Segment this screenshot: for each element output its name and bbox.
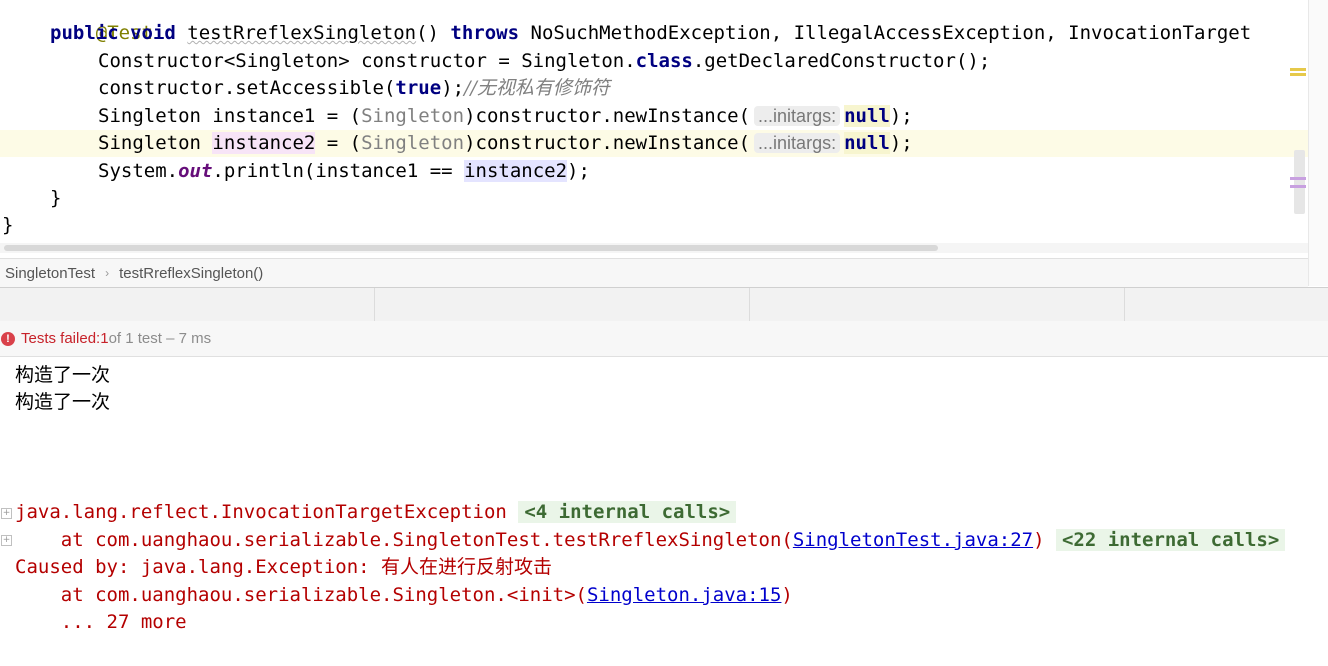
warning-marker[interactable] [1290,73,1306,76]
stack-frame-text: ) [1033,529,1056,551]
caused-by-line: Caused by: java.lang.Exception: 有人在进行反射攻… [15,554,552,581]
run-tool-strip [0,287,1328,322]
console-output-line: 构造了一次 [15,391,111,413]
usage-marker[interactable] [1290,177,1306,180]
horizontal-scrollbar[interactable] [0,243,1308,253]
exception-line: java.lang.reflect.InvocationTargetExcept… [15,499,737,526]
parameter-hint: ...initargs: [754,106,841,126]
code-comment: //无视私有修饰符 [464,77,610,99]
editor-right-gutter [1308,0,1328,286]
breadcrumb: SingletonTest › testRreflexSingleton() [0,258,1308,287]
error-icon: ! [1,331,15,346]
chevron-right-icon: › [105,266,110,280]
stack-frame-text: ) [781,584,793,606]
internal-calls-folded[interactable]: <22 internal calls> [1055,529,1286,551]
keyword-token: class [635,50,693,72]
fold-expand-icon[interactable]: + [1,508,12,519]
horizontal-scroll-thumb[interactable] [4,245,938,251]
code-text: = ( [315,132,362,154]
code-text: )constructor.newInstance( [464,105,751,127]
source-link[interactable]: Singleton.java:15 [587,584,781,606]
toolbar-divider [374,288,375,321]
code-text: ); [567,160,590,182]
variable-instance2[interactable]: instance2 [212,132,316,154]
exception-name: java.lang.reflect.InvocationTargetExcept… [15,501,507,523]
code-line-6: Singleton instance2 = (Singleton)constru… [98,130,913,157]
method-modifiers: public void [50,22,176,44]
breadcrumb-class[interactable]: SingletonTest [5,265,95,282]
warning-marker[interactable] [1290,68,1306,71]
source-link[interactable]: SingletonTest.java:27 [793,529,1033,551]
toolbar-divider [749,288,750,321]
code-line-3: Constructor<Singleton> constructor = Sin… [98,48,990,75]
code-text: ); [441,77,465,99]
tests-summary: of 1 test – 7 ms [108,330,212,347]
stack-frame-text: at com.uanghaou.serializable.Singleton.<… [15,584,587,606]
stack-frame-line: at com.uanghaou.serializable.Singleton.<… [15,582,793,609]
usage-marker[interactable] [1290,185,1306,188]
method-params: () [416,22,439,44]
code-text: )constructor.newInstance( [464,132,751,154]
caused-by-text: Caused by: java.lang.Exception: [15,556,382,578]
code-line-5: Singleton instance1 = (Singleton)constru… [98,103,913,130]
cast-type: Singleton [361,105,465,127]
code-text: System. [98,160,179,182]
variable-instance1[interactable]: instance1 [212,105,315,127]
code-text: .println(instance1 == [212,160,465,182]
throws-list: NoSuchMethodException, IllegalAccessExce… [530,22,1252,44]
null-token: null [844,132,890,154]
stack-frame-line: at com.uanghaou.serializable.SingletonTe… [15,527,1286,554]
throws-keyword: throws [450,22,520,44]
code-text: constructor.setAccessible( [98,77,396,99]
null-token: null [844,105,890,127]
cast-type: Singleton [361,132,465,154]
code-editor[interactable]: @Test public void testRreflexSingleton()… [0,0,1308,258]
vertical-scroll-thumb[interactable] [1294,150,1305,214]
code-line-4: constructor.setAccessible(true);//无视私有修饰… [98,75,610,102]
code-line-method-signature: public void testRreflexSingleton() throw… [50,20,1251,47]
keyword-token: true [395,77,442,99]
code-text: = ( [315,105,362,127]
console-output-line: 构造了一次 [15,364,111,386]
code-text: Singleton [98,105,213,127]
more-frames-line: ... 27 more [15,611,187,633]
test-status-bar: ! Tests failed: 1 of 1 test – 7 ms [0,321,1328,357]
stack-frame-text: at com.uanghaou.serializable.SingletonTe… [15,529,793,551]
method-name[interactable]: testRreflexSingleton [187,22,416,44]
parameter-hint: ...initargs: [754,133,841,153]
tests-failed-count: 1 [100,330,109,347]
code-text: Constructor<Singleton> constructor = Sin… [98,50,636,72]
toolbar-divider [1124,288,1125,321]
variable-instance2-usage[interactable]: instance2 [464,160,568,182]
code-text: ); [889,105,913,127]
code-line-annotation: @Test [50,0,153,44]
console-output[interactable]: 构造了一次 构造了一次 + java.lang.reflect.Invocati… [0,357,1328,666]
breadcrumb-method[interactable]: testRreflexSingleton() [119,265,263,282]
code-text: ); [889,132,913,154]
tests-failed-label: Tests failed: [21,330,101,347]
static-field-out: out [178,160,213,182]
code-text: Singleton [98,132,213,154]
code-text: .getDeclaredConstructor(); [692,50,991,72]
closing-brace-class: } [2,214,14,236]
fold-expand-icon[interactable]: + [1,535,12,546]
closing-brace-method: } [50,187,62,209]
code-line-7: System.out.println(instance1 == instance… [98,158,590,185]
internal-calls-folded[interactable]: <4 internal calls> [518,501,737,523]
exception-message: 有人在进行反射攻击 [381,556,553,578]
